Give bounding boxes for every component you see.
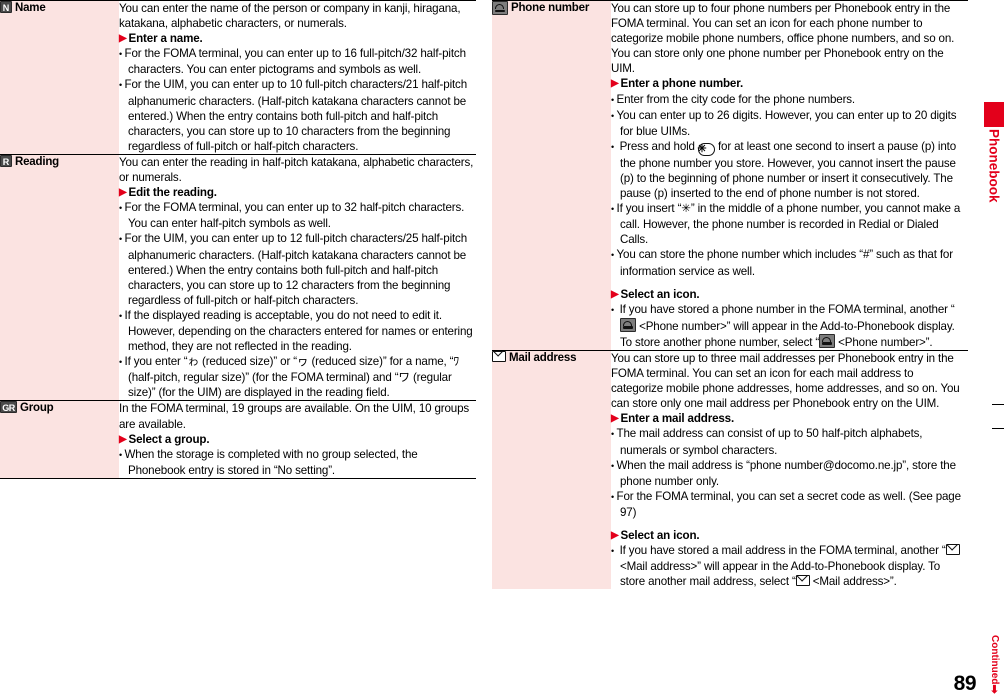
mail-address-icon xyxy=(492,350,506,362)
bullet-text-part3: <Mail address>”. xyxy=(809,575,897,589)
bullet-item: The mail address can consist of up to 50… xyxy=(611,426,968,457)
star-key-icon: ✳ xyxy=(697,142,715,156)
step-heading: ▶ Enter a mail address. xyxy=(611,411,968,426)
row-label-cell: GR Group xyxy=(0,400,119,478)
step-heading: ▶ Select an icon. xyxy=(611,528,968,543)
two-column-layout: N Name You can enter the name of the per… xyxy=(0,0,968,698)
page-number: 89 xyxy=(953,672,977,695)
bullet-item-with-icons: If you have stored a mail address in the… xyxy=(611,543,968,589)
step-heading-label: Enter a phone number. xyxy=(620,77,744,91)
row-body-cell: You can store up to three mail addresses… xyxy=(611,350,968,589)
row-label: Group xyxy=(20,402,54,415)
margin-rule-mark xyxy=(992,404,1004,405)
step-heading-label: Select an icon. xyxy=(620,287,700,301)
bullet-item: If you enter “ゎ (reduced size)” or “ヮ (r… xyxy=(119,354,476,400)
bullet-text-part1: If you have stored a mail address in the… xyxy=(619,544,946,558)
triangle-bullet-icon: ▶ xyxy=(611,413,619,425)
triangle-bullet-icon: ▶ xyxy=(119,187,127,199)
row-label: Reading xyxy=(15,155,59,168)
table-row: N Name You can enter the name of the per… xyxy=(0,0,476,155)
bullet-item: For the UIM, you can enter up to 10 full… xyxy=(119,77,476,153)
table-row: R Reading You can enter the reading in h… xyxy=(0,154,476,401)
row-body-cell: You can store up to four phone numbers p… xyxy=(611,1,968,351)
paragraph: In the FOMA terminal, 19 groups are avai… xyxy=(119,402,470,431)
bullet-text-part1: If you have stored a phone number in the… xyxy=(619,302,955,316)
name-icon: N xyxy=(0,1,12,13)
mail-address-icon xyxy=(945,544,960,556)
row-body-cell: You can enter the reading in half-pitch … xyxy=(119,154,476,401)
paragraph: You can store up to three mail addresses… xyxy=(611,351,960,411)
step-heading-label: Enter a mail address. xyxy=(620,412,735,426)
table-row: Phone number You can store up to four ph… xyxy=(492,0,968,351)
reading-icon: R xyxy=(0,154,12,167)
step-heading: ▶ Select a group. xyxy=(119,432,476,447)
left-spec-table: N Name You can enter the name of the per… xyxy=(0,0,476,478)
step-heading-label: Select an icon. xyxy=(620,529,700,542)
row-body-cell: You can enter the name of the person or … xyxy=(119,1,476,155)
step-heading: ▶ Select an icon. xyxy=(611,287,968,302)
right-column: Phone number You can store up to four ph… xyxy=(492,0,968,698)
row-label-cell: Phone number xyxy=(492,0,611,351)
row-label: Name xyxy=(15,2,46,14)
triangle-bullet-icon: ▶ xyxy=(611,78,619,90)
bullet-item: For the FOMA terminal, you can set a sec… xyxy=(611,489,968,520)
side-tab-color-block xyxy=(984,102,1004,127)
bullet-item: Enter from the city code for the phone n… xyxy=(611,92,968,108)
side-tab-label: Phonebook xyxy=(986,129,1002,203)
triangle-bullet-icon: ▶ xyxy=(611,288,619,300)
bullet-item: You can enter up to 26 digits. However, … xyxy=(611,108,968,139)
left-column: N Name You can enter the name of the per… xyxy=(0,0,476,698)
bullet-item-with-key: Press and hold ✳ for at least one second… xyxy=(611,139,968,201)
mail-address-icon xyxy=(795,575,810,587)
group-icon: GR xyxy=(0,401,17,414)
continued-marker: Continued➡ xyxy=(988,635,1000,694)
row-label-cell: Mail address xyxy=(492,350,611,590)
bullet-item: For the FOMA terminal, you can enter up … xyxy=(119,46,476,77)
bullet-text-pre: Press and hold xyxy=(619,139,698,153)
table-row: GR Group In the FOMA terminal, 19 groups… xyxy=(0,400,476,478)
continued-arrow-icon: ➡ xyxy=(988,684,1000,694)
step-heading-label: Edit the reading. xyxy=(128,186,217,200)
phone-number-icon xyxy=(492,1,508,15)
manual-page: N Name You can enter the name of the per… xyxy=(0,0,1004,698)
left-column-bottom-rule xyxy=(0,477,476,479)
bullet-item: If the displayed reading is acceptable, … xyxy=(119,308,476,354)
bullet-item-with-icons: If you have stored a phone number in the… xyxy=(611,302,968,350)
triangle-bullet-icon: ▶ xyxy=(119,33,127,45)
right-spec-table: Phone number You can store up to four ph… xyxy=(492,0,968,590)
section-side-tab: Phonebook xyxy=(984,102,1004,208)
row-label-cell: N Name xyxy=(0,0,119,155)
step-heading: ▶ Enter a phone number. xyxy=(611,76,968,91)
bullet-item: You can store the phone number which inc… xyxy=(611,247,968,278)
phone-number-icon xyxy=(620,317,636,332)
triangle-bullet-icon: ▶ xyxy=(611,530,619,541)
row-body-cell: In the FOMA terminal, 19 groups are avai… xyxy=(119,401,476,478)
triangle-bullet-icon: ▶ xyxy=(119,433,127,445)
table-row: Mail address You can store up to three m… xyxy=(492,350,968,590)
bullet-item: When the storage is completed with no gr… xyxy=(119,447,476,478)
bullet-item: For the FOMA terminal, you can enter up … xyxy=(119,200,476,231)
margin-rule-mark xyxy=(992,428,1004,429)
phone-number-icon xyxy=(819,333,836,348)
row-label: Phone number xyxy=(511,2,590,14)
bullet-item: If you insert “✳” in the middle of a pho… xyxy=(611,201,968,247)
step-heading: ▶ Enter a name. xyxy=(119,31,476,46)
step-heading-label: Enter a name. xyxy=(128,32,203,46)
paragraph: You can enter the reading in half-pitch … xyxy=(119,155,474,185)
bullet-item: For the UIM, you can enter up to 12 full… xyxy=(119,231,476,307)
continued-label: Continued xyxy=(989,635,1000,685)
step-heading-label: Select a group. xyxy=(128,432,210,446)
bullet-item: When the mail address is “phone number@d… xyxy=(611,458,968,489)
row-label-cell: R Reading xyxy=(0,154,119,401)
paragraph: You can store up to four phone numbers p… xyxy=(611,2,955,76)
bullet-text-part3: <Phone number>”. xyxy=(835,335,933,349)
row-label: Mail address xyxy=(509,351,577,364)
paragraph: You can enter the name of the person or … xyxy=(119,2,461,31)
step-heading: ▶ Edit the reading. xyxy=(119,185,476,200)
